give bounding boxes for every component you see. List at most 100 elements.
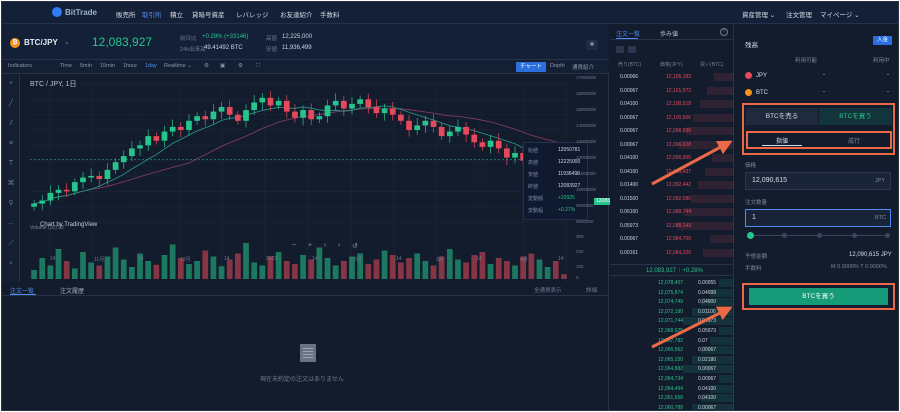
ask-row[interactable]: 0.00067 12,096,628 <box>610 140 734 150</box>
indicators-button[interactable]: Indicators <box>8 63 32 69</box>
ask-row[interactable]: 0.01500 12,092,080 <box>610 194 734 204</box>
text-icon[interactable]: T <box>7 160 15 168</box>
bid-row[interactable]: 12,072,190 0.01100 <box>610 307 734 317</box>
mypage-menu[interactable]: マイページ ⌄ <box>820 9 860 19</box>
nav-item-fees[interactable]: 手数料 <box>320 9 340 19</box>
bid-row[interactable]: 12,060,788 0.00067 <box>610 403 734 410</box>
nav-item-leverage[interactable]: レバレッジ <box>236 9 269 19</box>
chart-view-button[interactable]: チャート <box>516 62 546 72</box>
crosshair-icon[interactable]: + <box>7 80 15 88</box>
zoom-icon[interactable]: ⌕ <box>7 260 15 268</box>
nav-item-lending[interactable]: 貸暗号資産 <box>192 9 225 19</box>
price-chart[interactable]: BTC / JPY, 1日 始値 12050781 高値 12225000 安値… <box>20 74 621 282</box>
slider-step[interactable] <box>817 233 822 238</box>
market-order-tab[interactable]: 成行 <box>848 136 860 145</box>
ask-row[interactable]: 0.00161 12,084,325 <box>610 248 734 258</box>
favorite-icon[interactable]: ✱ <box>586 40 598 50</box>
bid-row[interactable]: 12,075,874 0.04999 <box>610 288 734 298</box>
tab-order-history[interactable]: 注文履歴 <box>60 286 84 295</box>
quantity-input[interactable]: 1 <box>745 209 891 227</box>
pattern-icon[interactable]: ⌘ <box>7 180 15 188</box>
ruler-icon[interactable]: ⟋ <box>7 240 15 248</box>
camera-icon[interactable]: ▣ <box>220 63 225 69</box>
ask-row[interactable]: 0.04100 12,093,437 <box>610 167 734 177</box>
bid-price: 12,067,782 <box>658 337 684 344</box>
fullscreen-icon[interactable]: ⛶ <box>256 63 260 70</box>
interval-1hour[interactable]: 1hour <box>123 63 137 69</box>
zoom-out-icon[interactable]: − <box>292 242 296 249</box>
details-link[interactable]: 詳細 <box>586 286 597 294</box>
interval-15min[interactable]: 15min <box>100 63 115 69</box>
interval-5min[interactable]: 5min <box>80 63 92 69</box>
ask-row[interactable]: 0.04100 12,096,000 <box>610 153 734 163</box>
bid-row[interactable]: 12,061,558 0.04100 <box>610 393 734 403</box>
interval-realtime[interactable]: Realtime ⌄ <box>164 63 192 69</box>
ask-row[interactable]: 0.00067 12,098,800 <box>610 126 734 136</box>
bid-row[interactable]: 12,074,749 0.04900 <box>610 297 734 307</box>
scroll-right-icon[interactable]: › <box>338 242 340 249</box>
asks-only-icon[interactable] <box>627 46 636 53</box>
show-all-toggle[interactable]: 全通貨表示 <box>534 286 562 294</box>
candle-body <box>80 177 86 183</box>
slider-handle[interactable] <box>747 232 754 239</box>
order-management-link[interactable]: 注文管理 <box>786 9 812 19</box>
nav-item-referral[interactable]: お友達紹介 <box>280 9 313 19</box>
ask-row[interactable]: 0.04100 12,100,518 <box>610 99 734 109</box>
bid-price: 12,066,562 <box>658 347 684 354</box>
depth-view-button[interactable]: Depth <box>550 63 565 69</box>
limit-order-tab[interactable]: 指値 <box>776 136 788 145</box>
bid-row[interactable]: 12,068,925 0.05973 <box>610 326 734 336</box>
ask-row[interactable]: 0.00067 12,101,073 <box>610 86 734 96</box>
nav-item-tsumitate[interactable]: 積立 <box>170 9 183 19</box>
buy-tab[interactable]: BTCを買う <box>819 108 892 125</box>
reset-icon[interactable]: ↺ <box>352 242 358 250</box>
tab-trade-history[interactable]: 歩み値 <box>660 29 678 38</box>
bid-row[interactable]: 12,064,882 0.00067 <box>610 364 734 374</box>
interval-1day[interactable]: 1day <box>145 63 157 69</box>
trendline-icon[interactable]: ╱ <box>7 100 15 108</box>
nav-item-exchange[interactable]: 取引所 <box>142 9 162 19</box>
channel-icon[interactable]: ⫽ <box>7 120 15 128</box>
buy-button[interactable]: BTCを買う <box>749 288 888 305</box>
bid-row[interactable]: 12,071,744 0.04973 <box>610 316 734 326</box>
fib-icon[interactable]: ≡ <box>7 140 15 148</box>
interval-time[interactable]: Time <box>60 63 72 69</box>
bid-row[interactable]: 12,066,562 0.00067 <box>610 345 734 355</box>
tab-order-book[interactable]: 注文一覧 <box>616 29 640 38</box>
ask-row[interactable]: 0.01400 12,092,442 <box>610 180 734 190</box>
info-icon[interactable]: ? <box>720 28 728 36</box>
x-tick: 3月 <box>436 257 444 263</box>
scroll-left-icon[interactable]: ‹ <box>324 242 326 249</box>
bid-row[interactable]: 12,067,782 0.07 <box>610 336 734 346</box>
deposit-button[interactable]: 入金 <box>873 36 893 45</box>
zoom-in-icon[interactable]: + <box>308 242 312 249</box>
pair-selector[interactable]: BTC/JPY <box>24 38 58 47</box>
x-tick: 4月 <box>520 257 528 263</box>
candle-body <box>422 120 429 126</box>
ask-row[interactable]: 0.00066 12,105,183 <box>610 72 734 82</box>
slider-step[interactable] <box>782 233 787 238</box>
bid-row[interactable]: 12,065,150 0.02180 <box>610 355 734 365</box>
bid-row[interactable]: 12,064,494 0.04100 <box>610 384 734 394</box>
back-icon[interactable]: ← <box>7 220 15 228</box>
both-sides-icon[interactable] <box>616 46 624 53</box>
measure-icon[interactable]: ⚲ <box>7 200 15 208</box>
ask-row[interactable]: 0.00067 12,100,506 <box>610 113 734 123</box>
chevron-down-icon[interactable]: ⌄ <box>64 38 70 46</box>
logo[interactable]: BitTrade <box>52 7 97 17</box>
price-input[interactable]: 12,090,615 <box>745 172 891 190</box>
ask-row[interactable]: 0.05973 12,088,143 <box>610 221 734 231</box>
slider-step[interactable] <box>852 233 857 238</box>
asset-menu[interactable]: 資産管理 ⌄ <box>742 9 775 19</box>
amount-slider[interactable] <box>747 232 890 239</box>
currency-info-button[interactable]: 通貨紹介 <box>572 63 594 71</box>
gear-icon[interactable]: ⚙ <box>238 63 243 69</box>
sell-tab[interactable]: BTCを売る <box>746 108 818 125</box>
nav-item-hanbaijo[interactable]: 販売所 <box>116 9 136 19</box>
ask-row[interactable]: 0.00067 12,084,700 <box>610 234 734 244</box>
slider-step[interactable] <box>885 233 890 238</box>
bid-row[interactable]: 12,064,734 0.00067 <box>610 374 734 384</box>
settings-icon[interactable]: ⚙ <box>204 63 209 69</box>
ask-row[interactable]: 0.06100 12,088,744 <box>610 207 734 217</box>
bid-row[interactable]: 12,078,407 0.00055 <box>610 278 734 288</box>
